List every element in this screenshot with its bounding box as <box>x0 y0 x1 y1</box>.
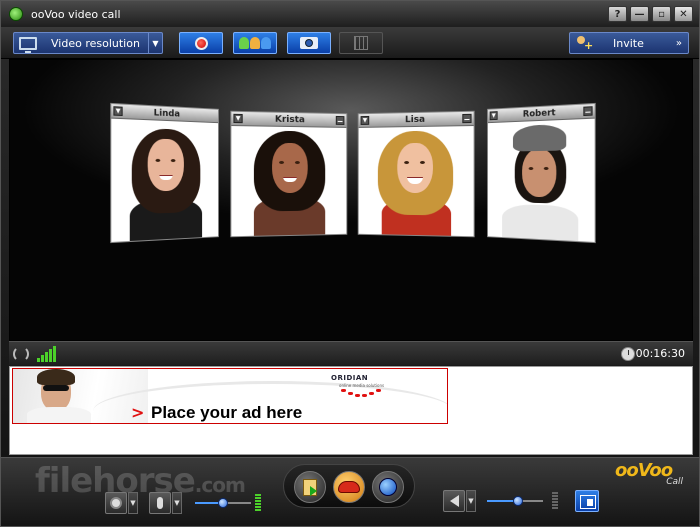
status-bar: 00:16:30 <box>9 341 693 365</box>
slider-thumb[interactable] <box>218 498 228 508</box>
send-file-button[interactable] <box>294 471 326 503</box>
participant-name: Krista <box>274 114 305 125</box>
control-bar: filehorse.com ▼ ▼ ▼ ooVoo Call <box>1 457 699 526</box>
speaker-options-dropdown[interactable]: ▼ <box>466 490 476 512</box>
video-resolution-label: Video resolution <box>51 36 140 50</box>
video-resolution-dropdown[interactable]: Video resolution ▼ <box>13 32 163 54</box>
oovoo-app-icon <box>9 7 23 21</box>
participant-image <box>238 126 341 236</box>
double-chevron-icon: » <box>675 37 682 49</box>
ad-brand-logo: ORIDIAN <box>331 374 369 382</box>
participant-image <box>493 119 588 242</box>
send-file-icon <box>303 478 317 496</box>
help-button[interactable]: ? <box>608 6 627 22</box>
record-button[interactable] <box>179 32 223 54</box>
picture-in-picture-button[interactable] <box>575 490 599 512</box>
video-feed <box>231 126 347 237</box>
speaker-volume-slider[interactable] <box>487 490 543 512</box>
window-controls: ? — ▫ ✕ <box>608 6 693 22</box>
participant-image <box>118 119 213 242</box>
slider-thumb[interactable] <box>513 496 523 506</box>
invite-button[interactable]: Invite » <box>569 32 689 54</box>
ad-area: ORIDIAN online media solutions > Place y… <box>9 366 693 455</box>
participant-video-lisa[interactable]: ▼ Lisa <box>357 110 475 238</box>
end-call-button[interactable] <box>333 471 365 503</box>
participant-video-linda[interactable]: ▼ Linda <box>110 102 219 244</box>
video-toggle-button[interactable] <box>105 492 127 514</box>
panel-minimize-icon[interactable] <box>583 106 593 117</box>
broadcast-icon[interactable] <box>13 346 29 362</box>
minimize-button[interactable]: — <box>630 6 649 22</box>
chevron-down-icon: ▼ <box>148 33 162 53</box>
call-timer: 00:16:30 <box>635 347 685 360</box>
webcam-icon <box>110 497 122 509</box>
microphone-options-dropdown[interactable]: ▼ <box>172 492 182 514</box>
ad-brand-tagline: online media solutions <box>339 383 385 388</box>
participant-video-krista[interactable]: ▼ Krista <box>230 110 348 238</box>
panel-minimize-icon[interactable] <box>335 115 345 125</box>
panel-menu-icon[interactable]: ▼ <box>233 113 243 124</box>
video-stage: ▼ Linda ▼ Krista ▼ Lisa ▼ Robert <box>9 59 693 341</box>
logo-text: ooVoo <box>615 460 673 481</box>
panel-menu-icon[interactable]: ▼ <box>360 115 370 125</box>
invite-label: Invite <box>613 36 644 50</box>
participant-image <box>364 126 467 236</box>
clock-icon <box>621 347 635 361</box>
participants-button[interactable] <box>233 32 277 54</box>
close-button[interactable]: ✕ <box>674 6 693 22</box>
snapshot-button[interactable] <box>287 32 331 54</box>
toolbar: Video resolution ▼ Invite » <box>1 27 699 59</box>
participant-video-robert[interactable]: ▼ Robert <box>487 102 596 244</box>
logo-subtext: Call <box>666 477 683 487</box>
panel-minimize-icon[interactable] <box>462 113 472 124</box>
camera-icon <box>300 37 318 49</box>
grid-icon <box>354 36 368 50</box>
panel-menu-icon[interactable]: ▼ <box>489 111 498 121</box>
people-icon <box>239 37 271 49</box>
ad-banner[interactable]: ORIDIAN online media solutions > Place y… <box>12 368 448 424</box>
ad-headline: Place your ad here <box>151 403 303 422</box>
app-window: ooVoo video call ? — ▫ ✕ Video resolutio… <box>0 0 700 527</box>
video-feed <box>111 118 219 242</box>
web-button[interactable] <box>372 471 404 503</box>
speaker-button[interactable] <box>443 490 465 512</box>
video-feed <box>487 118 595 242</box>
globe-icon <box>379 478 397 496</box>
signal-strength-icon <box>37 346 56 362</box>
monitor-icon <box>19 36 37 53</box>
microphone-level-meter <box>255 494 261 512</box>
title-bar: ooVoo video call ? — ▫ ✕ <box>1 1 699 27</box>
video-options-dropdown[interactable]: ▼ <box>128 492 138 514</box>
video-feed <box>358 126 474 237</box>
microphone-volume-slider[interactable] <box>195 492 251 514</box>
microphone-icon <box>157 497 163 509</box>
ad-brand-dots <box>341 389 391 399</box>
participant-name: Lisa <box>405 114 426 125</box>
maximize-button[interactable]: ▫ <box>652 6 671 22</box>
participant-name: Robert <box>522 107 556 120</box>
speaker-icon <box>449 495 459 507</box>
window-title: ooVoo video call <box>31 7 121 21</box>
call-controls-dock <box>283 464 415 508</box>
speaker-level-meter <box>552 492 558 510</box>
phone-icon <box>338 481 360 493</box>
microphone-button[interactable] <box>149 492 171 514</box>
oovoo-logo: ooVoo Call <box>615 460 685 490</box>
participant-name: Linda <box>153 107 181 120</box>
ad-arrow: > <box>131 403 145 422</box>
layout-button[interactable] <box>339 32 383 54</box>
record-icon <box>194 36 208 50</box>
add-contact-icon <box>575 36 593 52</box>
panel-menu-icon[interactable]: ▼ <box>113 106 123 117</box>
